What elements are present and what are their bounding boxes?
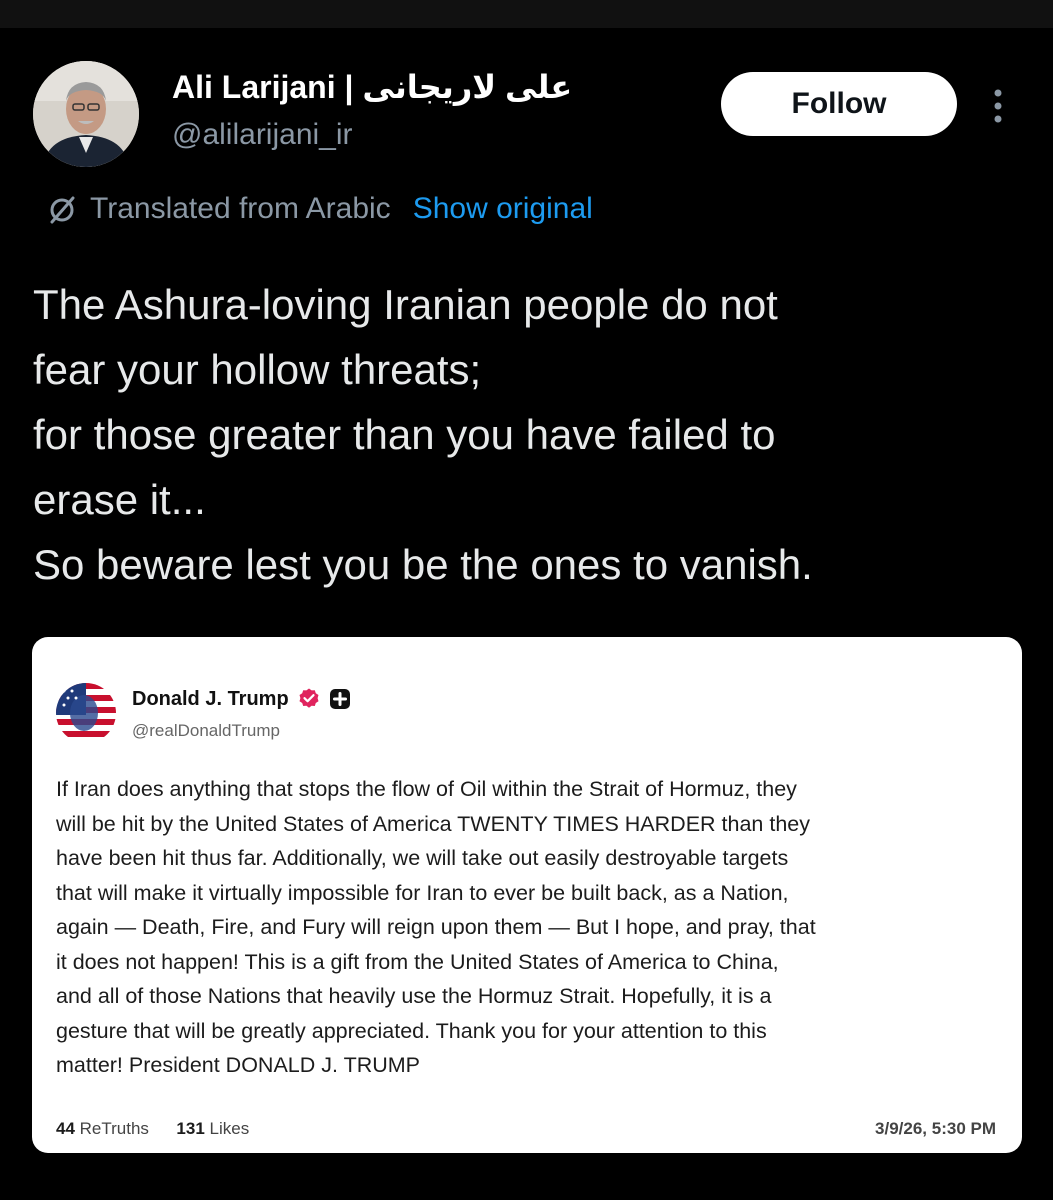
top-status-strip bbox=[0, 0, 1053, 28]
plus-badge-icon bbox=[329, 689, 350, 709]
quoted-line: matter! President DONALD J. TRUMP bbox=[56, 1053, 420, 1077]
quoted-post-card[interactable]: Donald J. Trump @realDonaldTrump If Iran… bbox=[32, 637, 1022, 1153]
more-vertical-icon[interactable] bbox=[990, 86, 1006, 126]
quoted-post-text: If Iran does anything that stops the flo… bbox=[56, 772, 1004, 1083]
quoted-post-timestamp: 3/9/26, 5:30 PM bbox=[875, 1119, 996, 1138]
quoted-line: If Iran does anything that stops the flo… bbox=[56, 777, 797, 801]
translation-row: Translated from Arabic Show original bbox=[46, 192, 593, 226]
tweet-line: erase it... bbox=[33, 476, 206, 523]
tweet-line: fear your hollow threats; bbox=[33, 346, 482, 393]
quoted-line: that will make it virtually impossible f… bbox=[56, 880, 789, 905]
quoted-line: will be hit by the United States of Amer… bbox=[56, 811, 810, 836]
retruths-label: ReTruths bbox=[79, 1119, 149, 1138]
quoted-line: have been hit thus far. Additionally, we… bbox=[56, 846, 789, 870]
author-avatar[interactable] bbox=[33, 61, 139, 167]
follow-button[interactable]: Follow bbox=[721, 72, 957, 136]
author-display-name[interactable]: Ali Larijani | علی لاریجانی bbox=[172, 68, 572, 106]
show-original-link[interactable]: Show original bbox=[413, 192, 593, 226]
verified-badge-icon bbox=[299, 688, 319, 708]
likes-label: Likes bbox=[209, 1119, 250, 1138]
tweet-line: So beware lest you be the ones to vanish… bbox=[33, 541, 813, 588]
tweet-line: for those greater than you have failed t… bbox=[33, 411, 776, 458]
tweet-line: The Ashura-loving Iranian people do not bbox=[33, 281, 778, 328]
quoted-line: it does not happen! This is a gift from … bbox=[56, 949, 779, 974]
likes-count: 131 bbox=[176, 1119, 205, 1138]
quoted-line: again — Death, Fire, and Fury will reign… bbox=[56, 915, 816, 939]
quoted-line: gesture that will be greatly appreciated… bbox=[56, 1018, 767, 1043]
quoted-author-avatar[interactable] bbox=[56, 683, 116, 743]
tweet-text: The Ashura-loving Iranian people do not … bbox=[33, 272, 1023, 597]
flag-portrait-avatar-icon bbox=[56, 683, 116, 743]
quoted-post-stats: 44 ReTruths 131 Likes bbox=[56, 1119, 249, 1139]
translated-from-label: Translated from Arabic bbox=[90, 192, 391, 225]
person-portrait-avatar-icon bbox=[33, 61, 139, 167]
quoted-author-name-row[interactable]: Donald J. Trump bbox=[132, 687, 351, 711]
author-handle[interactable]: @alilarijani_ir bbox=[172, 118, 353, 152]
quoted-author-name[interactable]: Donald J. Trump bbox=[132, 688, 289, 711]
quoted-author-handle[interactable]: @realDonaldTrump bbox=[132, 721, 280, 741]
quoted-line: and all of those Nations that heavily us… bbox=[56, 984, 772, 1008]
globe-slash-icon bbox=[50, 196, 75, 224]
retruths-count: 44 bbox=[56, 1119, 75, 1138]
